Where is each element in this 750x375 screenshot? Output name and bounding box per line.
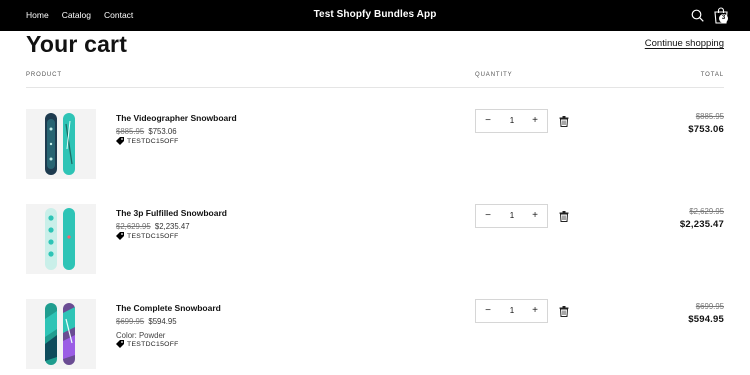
discount-code: TESTDC15OFF (116, 340, 179, 348)
minus-icon[interactable]: − (480, 304, 496, 318)
continue-shopping-link[interactable]: Continue shopping (645, 38, 724, 49)
line-total-original: $699.95 (695, 302, 724, 311)
variant-option: Color: Powder (116, 331, 166, 340)
cart-count-badge: 3 (719, 14, 728, 23)
discount-code-label: TESTDC15OFF (127, 137, 179, 145)
compare-at-price: $885.95 (116, 127, 145, 136)
product-price: $885.95 $753.06 (116, 127, 177, 136)
line-total: $2,629.95 $2,235.47 (680, 207, 724, 230)
product-image[interactable] (26, 204, 96, 274)
discount-tag-icon (116, 340, 124, 348)
line-total-final: $2,235.47 (679, 219, 724, 230)
cart-item-row: The Complete Snowboard $699.95 $594.95 C… (0, 299, 750, 375)
product-image[interactable] (26, 109, 96, 179)
line-total-final: $594.95 (688, 314, 724, 325)
quantity-value[interactable]: 1 (503, 116, 521, 125)
cart-item-row: The Videographer Snowboard $885.95 $753.… (0, 109, 750, 199)
search-icon[interactable] (691, 9, 704, 22)
line-total-original: $885.95 (695, 112, 724, 121)
sale-price: $753.06 (148, 127, 177, 136)
discount-tag-icon (116, 232, 124, 240)
product-price: $699.95 $594.95 (116, 317, 177, 326)
page-title: Your cart (26, 31, 128, 57)
plus-icon[interactable]: + (527, 209, 543, 223)
line-total: $885.95 $753.06 (688, 112, 724, 135)
column-header-product: PRODUCT (26, 72, 62, 78)
top-bar: Home Catalog Contact Test Shopfy Bundles… (0, 0, 750, 31)
sale-price: $594.95 (148, 317, 177, 326)
product-price: $2,629.95 $2,235.47 (116, 222, 190, 231)
line-total-original: $2,629.95 (689, 207, 724, 216)
compare-at-price: $2,629.95 (116, 222, 151, 231)
trash-icon[interactable] (559, 306, 569, 317)
compare-at-price: $699.95 (116, 317, 145, 326)
product-name[interactable]: The 3p Fulfilled Snowboard (116, 208, 227, 218)
discount-code: TESTDC15OFF (116, 232, 179, 240)
quantity-value[interactable]: 1 (503, 211, 521, 220)
quantity-stepper[interactable]: − 1 + (475, 109, 548, 133)
discount-code-label: TESTDC15OFF (127, 340, 179, 348)
header-divider (26, 87, 724, 88)
sale-price: $2,235.47 (154, 222, 190, 231)
minus-icon[interactable]: − (480, 114, 496, 128)
product-name[interactable]: The Videographer Snowboard (116, 113, 237, 123)
plus-icon[interactable]: + (527, 114, 543, 128)
plus-icon[interactable]: + (527, 304, 543, 318)
product-name[interactable]: The Complete Snowboard (116, 303, 221, 313)
line-total-final: $753.06 (688, 124, 724, 135)
cart-item-row: The 3p Fulfilled Snowboard $2,629.95 $2,… (0, 204, 750, 294)
minus-icon[interactable]: − (480, 209, 496, 223)
discount-code: TESTDC15OFF (116, 137, 179, 145)
line-total: $699.95 $594.95 (688, 302, 724, 325)
quantity-stepper[interactable]: − 1 + (475, 299, 548, 323)
discount-code-label: TESTDC15OFF (127, 232, 179, 240)
quantity-value[interactable]: 1 (503, 306, 521, 315)
column-header-total: TOTAL (700, 72, 724, 78)
store-name[interactable]: Test Shopfy Bundles App (0, 9, 750, 20)
trash-icon[interactable] (559, 116, 569, 127)
trash-icon[interactable] (559, 211, 569, 222)
column-header-quantity: QUANTITY (475, 72, 513, 78)
discount-tag-icon (116, 137, 124, 145)
product-image[interactable] (26, 299, 96, 369)
quantity-stepper[interactable]: − 1 + (475, 204, 548, 228)
